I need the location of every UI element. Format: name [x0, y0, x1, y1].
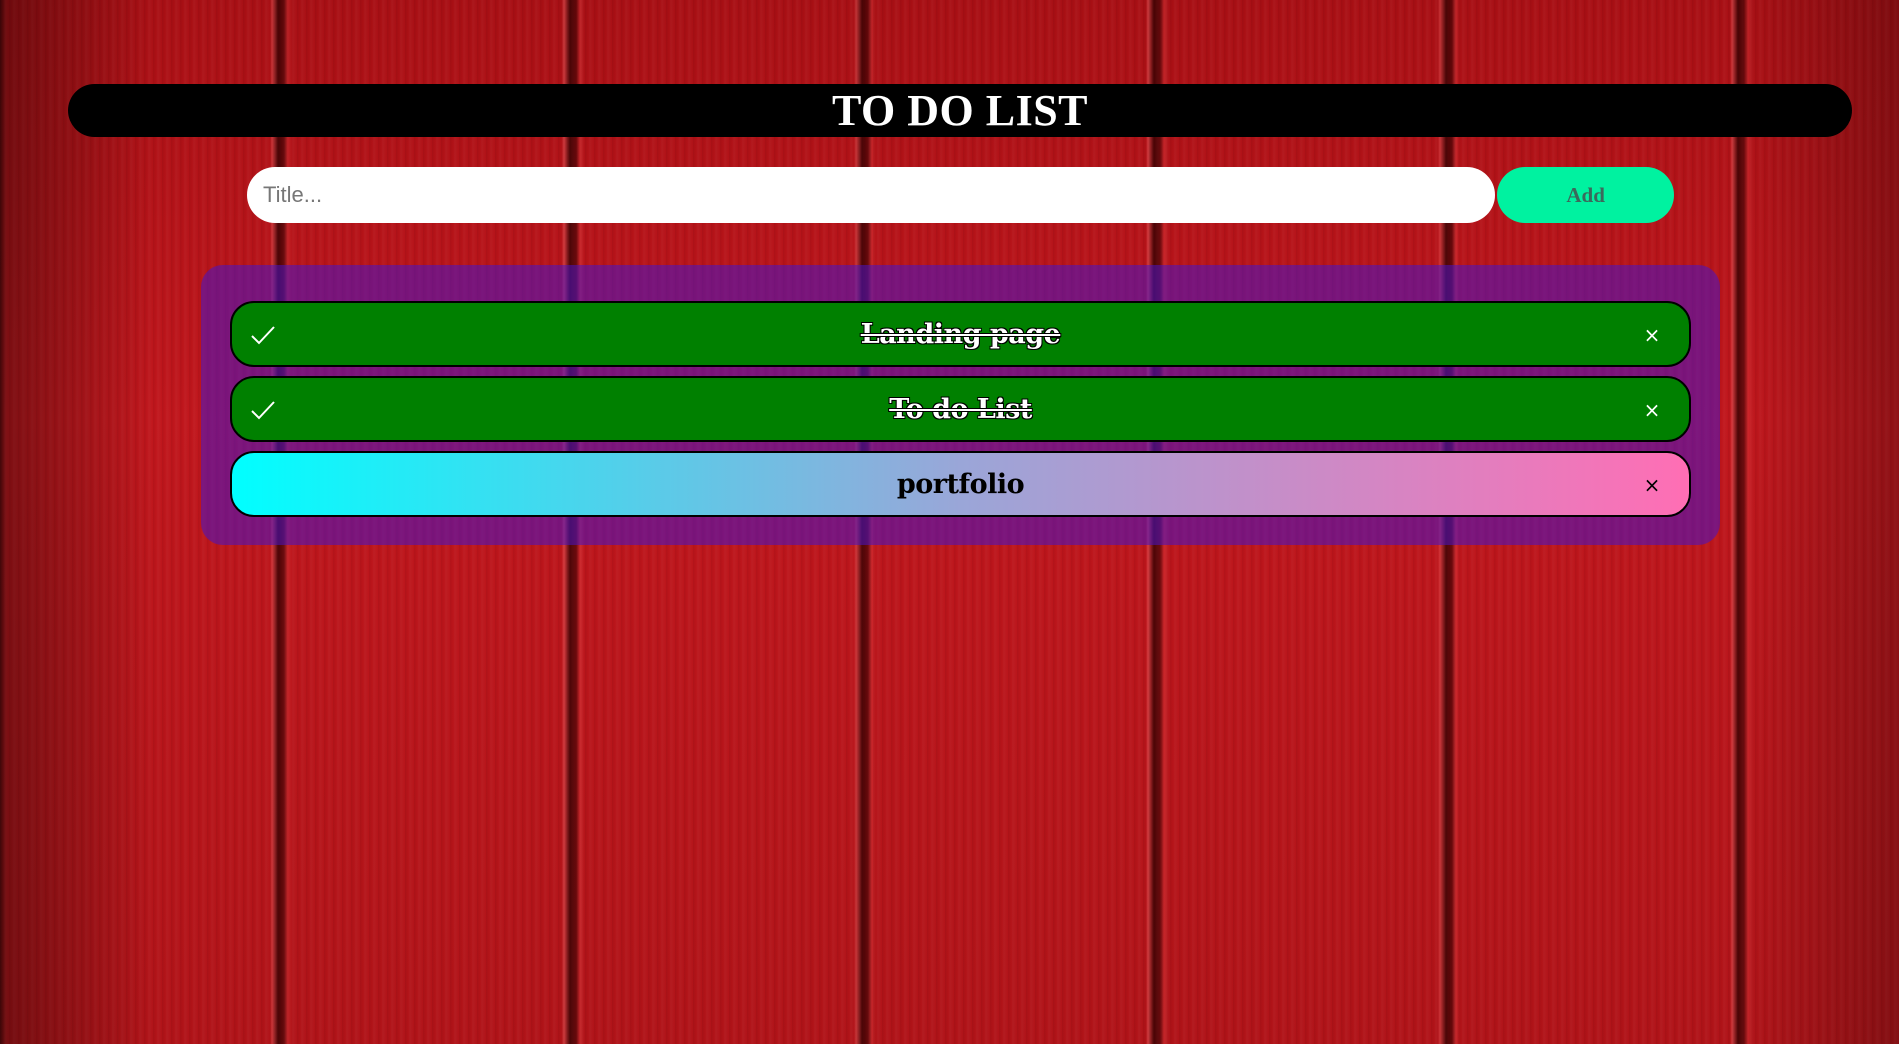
todo-label: portfolio: [896, 468, 1025, 500]
close-icon[interactable]: ×: [1641, 324, 1663, 346]
page-title: TO DO LIST: [831, 86, 1089, 135]
header-bar: TO DO LIST: [68, 84, 1852, 137]
add-button[interactable]: Add: [1497, 167, 1674, 223]
check-icon[interactable]: [248, 395, 278, 425]
todo-label: To do List: [889, 393, 1032, 425]
todo-list: Landing page × To do List × portfolio ×: [201, 265, 1720, 545]
list-item[interactable]: Landing page ×: [230, 301, 1691, 367]
list-item[interactable]: portfolio ×: [230, 451, 1691, 517]
add-todo-form: Add: [247, 167, 1674, 223]
check-icon[interactable]: [248, 320, 278, 350]
close-icon[interactable]: ×: [1641, 474, 1663, 496]
close-icon[interactable]: ×: [1641, 399, 1663, 421]
todo-label: Landing page: [860, 318, 1061, 350]
list-item[interactable]: To do List ×: [230, 376, 1691, 442]
title-input[interactable]: [247, 167, 1496, 223]
